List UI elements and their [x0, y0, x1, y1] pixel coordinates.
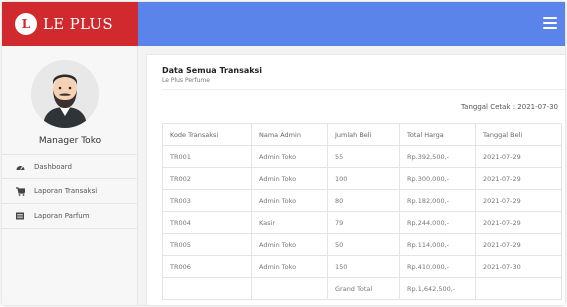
table-cell: Admin Toko [251, 167, 328, 190]
table-row: TR006 Admin Toko 150 Rp.410,000,- 2021-0… [162, 255, 562, 278]
table-row: TR003 Admin Toko 80 Rp.182,000,- 2021-07… [162, 189, 562, 212]
sidebar-nav: Dashboard Laporan Transaksi Laporan Parf… [2, 154, 138, 229]
hamburger-icon[interactable] [543, 17, 557, 29]
table-cell: 2021-07-29 [475, 211, 562, 234]
user-name: Manager Toko [38, 136, 102, 146]
table-header-cell: Jumlah Beli [327, 123, 400, 146]
sidebar-item-label: Laporan Transaksi [34, 187, 98, 195]
table-header-cell: Tanggal Beli [475, 123, 562, 146]
table-header-row: Kode Transaksi Nama Admin Jumlah Beli To… [162, 123, 562, 146]
dashboard-icon [15, 162, 25, 172]
table-cell: 2021-07-30 [475, 255, 562, 278]
page-title: Data Semua Transaksi [162, 66, 263, 75]
top-bar [138, 2, 565, 46]
report-panel: Data Semua Transaksi Le Plus Perfume Tan… [146, 54, 565, 305]
table-cell: 55 [327, 145, 400, 168]
table-cell: Admin Toko [251, 233, 328, 256]
table-cell: Kasir [251, 211, 328, 234]
table-cell: Rp.410,000,- [399, 255, 476, 278]
sidebar-item-label: Dashboard [34, 162, 72, 171]
table-cell: TR006 [162, 255, 252, 278]
table-header-cell: Kode Transaksi [162, 123, 252, 146]
table-cell: Rp.244,000,- [399, 211, 476, 234]
table-cell: Rp.300,000,- [399, 167, 476, 190]
print-date: Tanggal Cetak : 2021-07-30 [461, 103, 558, 111]
table-cell: TR003 [162, 189, 252, 212]
table-row: TR001 Admin Toko 55 Rp.392,500,- 2021-07… [162, 145, 562, 168]
sidebar-item-laporan-transaksi[interactable]: Laporan Transaksi [2, 179, 138, 204]
brand-name: LE PLUS [43, 15, 113, 33]
table-header-cell: Total Harga [399, 123, 476, 146]
table-row: TR004 Kasir 79 Rp.244,000,- 2021-07-29 [162, 211, 562, 234]
avatar [31, 60, 99, 128]
table-row: TR005 Admin Toko 50 Rp.114,000,- 2021-07… [162, 233, 562, 256]
cart-icon [15, 186, 25, 196]
table-cell: Admin Toko [251, 255, 328, 278]
table-cell: 2021-07-29 [475, 189, 562, 212]
table-cell: 2021-07-29 [475, 233, 562, 256]
app-window: L LE PLUS Manager Toko Dashboard Laporan… [2, 2, 565, 305]
brand-icon: L [15, 13, 37, 35]
table-cell: Rp.114,000,- [399, 233, 476, 256]
table-header-cell: Nama Admin [251, 123, 328, 146]
page-subtitle: Le Plus Perfume [162, 77, 210, 84]
list-icon [15, 211, 25, 221]
table-cell: TR005 [162, 233, 252, 256]
table-cell: 50 [327, 233, 400, 256]
table-cell: 80 [327, 189, 400, 212]
sidebar-item-dashboard[interactable]: Dashboard [2, 154, 138, 179]
table-cell: Rp.182,000,- [399, 189, 476, 212]
table-total-row: Grand Total Rp.1,642,500,- [162, 277, 562, 300]
table-cell: 150 [327, 255, 400, 278]
grand-total-value: Rp.1,642,500,- [399, 277, 476, 300]
table-cell: 100 [327, 167, 400, 190]
table-cell: Rp.392,500,- [399, 145, 476, 168]
table-cell: Admin Toko [251, 145, 328, 168]
table-cell: TR001 [162, 145, 252, 168]
table-cell [251, 277, 328, 300]
table-cell [475, 277, 562, 300]
table-cell: TR002 [162, 167, 252, 190]
table-cell: 2021-07-29 [475, 145, 562, 168]
grand-total-label: Grand Total [327, 277, 400, 300]
sidebar-item-label: Laporan Parfum [34, 212, 90, 220]
sidebar-item-laporan-parfum[interactable]: Laporan Parfum [2, 204, 138, 229]
table-cell [162, 277, 252, 300]
sidebar: Manager Toko Dashboard Laporan Transaksi… [2, 46, 138, 305]
table-cell: Admin Toko [251, 189, 328, 212]
table-cell: 2021-07-29 [475, 167, 562, 190]
table-cell: TR004 [162, 211, 252, 234]
transactions-table: Kode Transaksi Nama Admin Jumlah Beli To… [162, 123, 562, 300]
table-cell: 79 [327, 211, 400, 234]
table-row: TR002 Admin Toko 100 Rp.300,000,- 2021-0… [162, 167, 562, 190]
divider [162, 89, 565, 90]
brand-logo[interactable]: L LE PLUS [2, 2, 138, 46]
